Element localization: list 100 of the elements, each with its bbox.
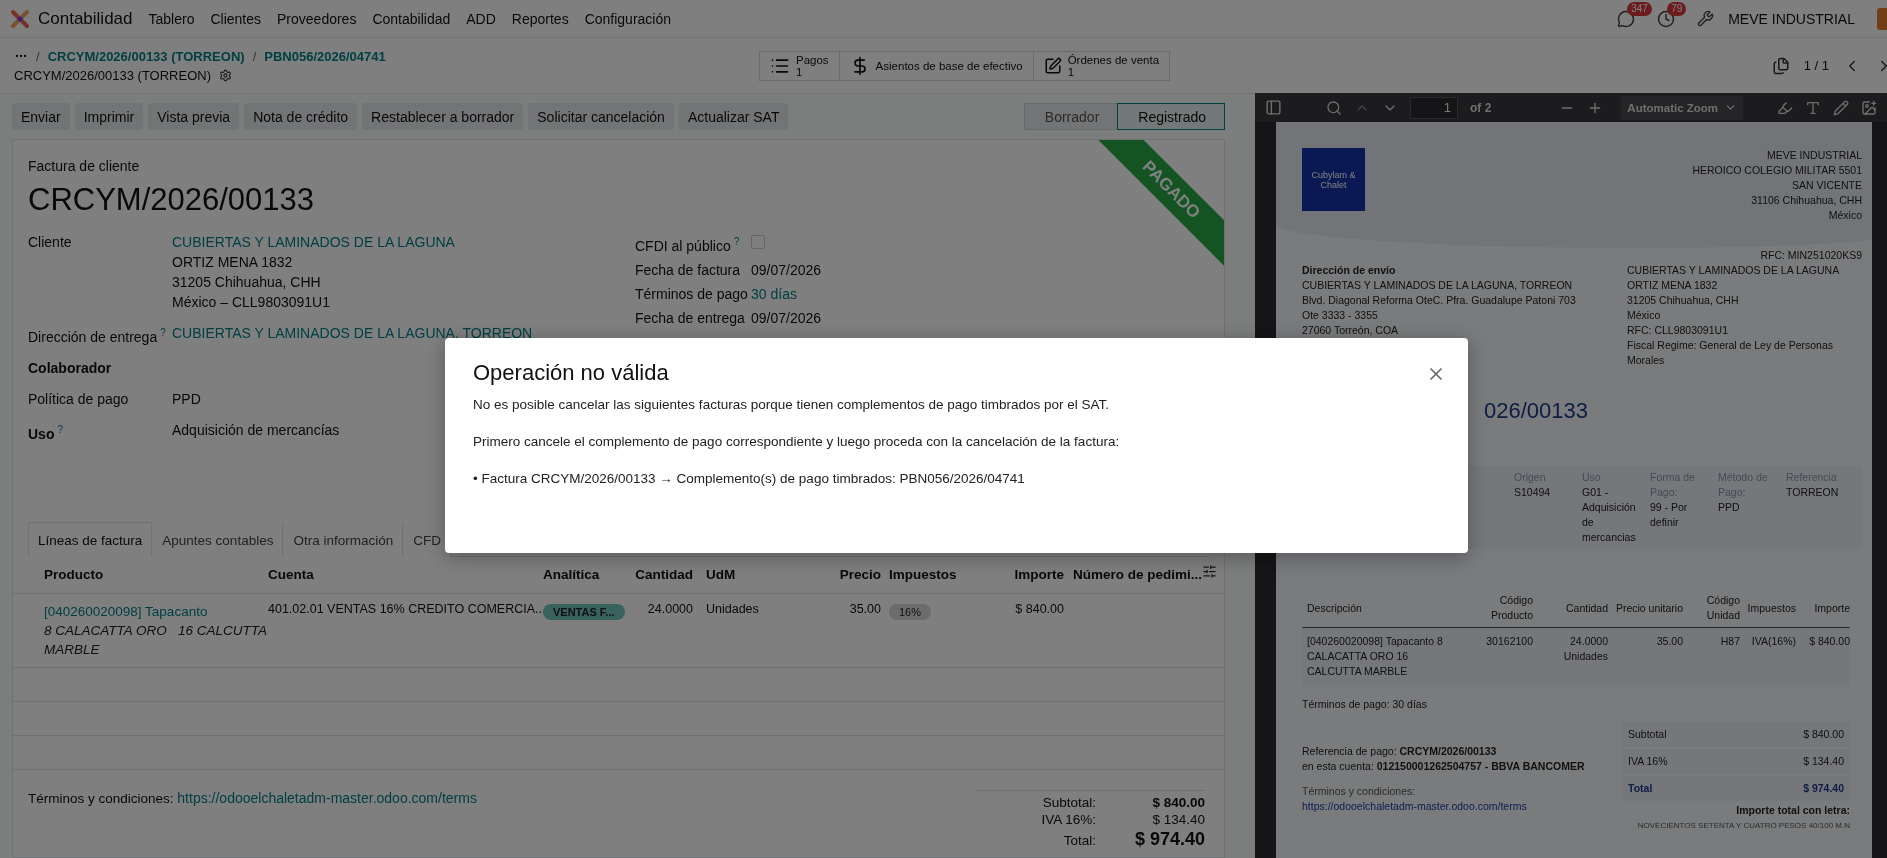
company-address-line: 31106 Chihuahua, CHH	[1751, 193, 1862, 208]
dialog-message: No es posible cancelar las siguientes facturas porque tienen complementos de pago timbrados por el SAT.	[473, 396, 1111, 414]
field-label: Dirección de entrega	[28, 328, 158, 345]
field-value: Adquisición de mercancías	[172, 421, 340, 438]
action-button[interactable]: Imprimir	[74, 103, 144, 130]
edit-icon	[1043, 56, 1062, 75]
action-button[interactable]: Restablecer a borrador	[362, 103, 524, 130]
menu-item[interactable]: Clientes	[210, 10, 262, 27]
status-step[interactable]: Registrado	[1117, 103, 1225, 130]
total-label: IVA 16%:	[1040, 812, 1096, 828]
tab[interactable]: Apuntes contables	[152, 522, 284, 558]
field-link[interactable]: CUBIERTAS Y LAMINADOS DE LA LAGUNA, TORREON	[172, 325, 533, 341]
tax-tag: 16%	[889, 604, 932, 621]
sidebar-toggle-icon[interactable]	[1265, 99, 1282, 116]
column-header[interactable]: Cantidad	[633, 557, 693, 594]
field-label: Fecha de entrega	[635, 309, 745, 326]
pager-value: 1 / 1	[1803, 58, 1829, 73]
tab[interactable]: Líneas de factura	[28, 522, 153, 558]
pencil-icon[interactable]	[1833, 99, 1849, 116]
menu-item[interactable]: Tablero	[148, 10, 195, 27]
action-button[interactable]: Enviar	[12, 103, 70, 130]
payment-reference: Referencia de pago: CRCYM/2026/00133	[1302, 744, 1498, 759]
column-header[interactable]: Número de pedimi...	[1064, 557, 1202, 594]
shipping-heading: Dirección de envío	[1302, 263, 1397, 278]
column-header[interactable]: Cuenta	[268, 557, 543, 594]
customer-link[interactable]: CUBIERTAS Y LAMINADOS DE LA LAGUNA	[172, 232, 635, 252]
column-settings-icon[interactable]	[1202, 564, 1217, 580]
avatar[interactable]	[1877, 7, 1887, 30]
dialog-message: Primero cancele el complemento de pago correspondiente y luego proceda con la cancelación de la factura:	[473, 433, 1121, 451]
menu-item[interactable]: Proveedores	[277, 10, 357, 27]
shipping-address-line: 27060 Torreón, COA	[1302, 323, 1400, 338]
company-name[interactable]: MEVE INDUSTRIAL	[1728, 10, 1855, 27]
total-row: Subtotal $ 840.00	[1622, 722, 1850, 747]
column-header[interactable]: Producto	[13, 557, 268, 594]
field-link[interactable]: 30 días	[751, 285, 797, 302]
tab[interactable]: Otra información	[283, 522, 404, 558]
terms-link[interactable]: https://odooelchaletadm-master.odoo.com/terms	[1302, 799, 1622, 814]
activity-count-badge: 79	[1667, 1, 1687, 16]
help-mark[interactable]: ?	[160, 327, 166, 338]
breadcrumb-link[interactable]: PBN056/2026/04741	[264, 48, 386, 64]
total-value: $ 134.40	[1151, 812, 1205, 828]
zoom-select[interactable]: Automatic Zoom	[1621, 95, 1744, 120]
record-name: CRCYM/2026/00133 (TORREON)	[14, 67, 211, 83]
breadcrumb-link[interactable]: CRCYM/2026/00133 (TORREON)	[47, 48, 245, 64]
wrench-icon[interactable]	[1697, 10, 1715, 27]
dialog-message: • Factura CRCYM/2026/00133 → Complemento(s) de pago timbrados: PBN056/2026/04741	[473, 470, 1026, 488]
company-rfc: RFC: MIN251020KS9	[1760, 248, 1862, 263]
menu-item[interactable]: Reportes	[511, 10, 569, 27]
customer-address-line: 31205 Chihuahua, CHH	[1627, 293, 1740, 308]
table-cell: H87	[1683, 628, 1740, 685]
status-step[interactable]: Borrador	[1023, 103, 1119, 130]
settings-icon[interactable]	[219, 68, 232, 82]
address-line: ORTIZ MENA 1832	[172, 253, 294, 272]
action-button[interactable]: Actualizar SAT	[678, 103, 789, 130]
column-header[interactable]: UdM	[693, 557, 836, 594]
field-label: Uso	[28, 425, 55, 442]
app-name[interactable]: Contabilidad	[38, 8, 133, 29]
highlighter-icon[interactable]	[1777, 99, 1793, 116]
info-value: G01 - Adquisición de mercancias	[1582, 485, 1637, 545]
company-address-line: México	[1828, 208, 1862, 223]
column-header[interactable]: Analítica	[543, 557, 633, 594]
customer-address-line: Fiscal Regime: General de Ley de Personas Morales	[1627, 338, 1835, 368]
column-header[interactable]: Impuestos	[881, 557, 1004, 594]
action-button[interactable]: Nota de crédito	[244, 103, 358, 130]
product-link[interactable]: [040260020098] Tapacanto	[44, 602, 268, 622]
document-title: 026/00133	[1484, 398, 1588, 424]
address-line: 31205 Chihuahua, CHH	[172, 273, 322, 292]
checkbox[interactable]	[751, 235, 765, 249]
page-number-field[interactable]: 1	[1410, 96, 1458, 119]
product-description: 8 CALACATTA ORO 16 CALCUTTA MARBLE	[44, 622, 268, 660]
terms-link[interactable]: https://odooelchaletadm-master.odoo.com/terms	[177, 790, 477, 807]
table-cell: IVA(16%)	[1740, 628, 1796, 685]
customer-address-line: RFC: CLL9803091U1	[1627, 323, 1729, 338]
amount-words-label: Importe total con letra:	[1735, 803, 1850, 818]
info-value: 99 - Por definir	[1650, 500, 1689, 530]
company-address-line: SAN VICENTE	[1792, 178, 1862, 193]
menu-item[interactable]: Contabilidad	[372, 10, 451, 27]
company-address-line: MEVE INDUSTRIAL	[1766, 148, 1862, 163]
payment-terms: Términos de pago: 30 días	[1302, 697, 1428, 712]
company-logo: Cubylam & Chalet	[1302, 148, 1365, 211]
breadcrumb-separator: /	[36, 48, 40, 64]
terms-text: Términos y condiciones: https://odooelchaletadm-master.odoo.com/terms	[1302, 784, 1622, 814]
table-cell: $ 840.00	[1796, 628, 1850, 685]
column-header[interactable]: Importe	[1004, 557, 1064, 594]
invoice-title: CRCYM/2026/00133	[28, 182, 315, 218]
action-button[interactable]: Vista previa	[148, 103, 240, 130]
image-icon[interactable]	[1861, 99, 1877, 116]
action-button[interactable]: Solicitar cancelación	[528, 103, 674, 130]
search-icon[interactable]	[1326, 99, 1342, 116]
documents-icon[interactable]	[1771, 56, 1790, 75]
menu-item[interactable]: Configuración	[584, 10, 672, 27]
column-header[interactable]: Precio	[836, 557, 881, 594]
field-value: 09/07/2026	[751, 261, 822, 278]
help-mark[interactable]: ?	[733, 236, 740, 247]
text-icon[interactable]	[1805, 99, 1821, 116]
payment-reference: en esta cuenta: 012150001262504757 - BBVA BANCOMER	[1302, 759, 1586, 774]
app-logo-icon	[10, 8, 30, 29]
help-mark[interactable]: ?	[57, 423, 63, 435]
menu-item[interactable]: ADD	[466, 10, 496, 27]
customer-address-line: México	[1627, 308, 1662, 323]
